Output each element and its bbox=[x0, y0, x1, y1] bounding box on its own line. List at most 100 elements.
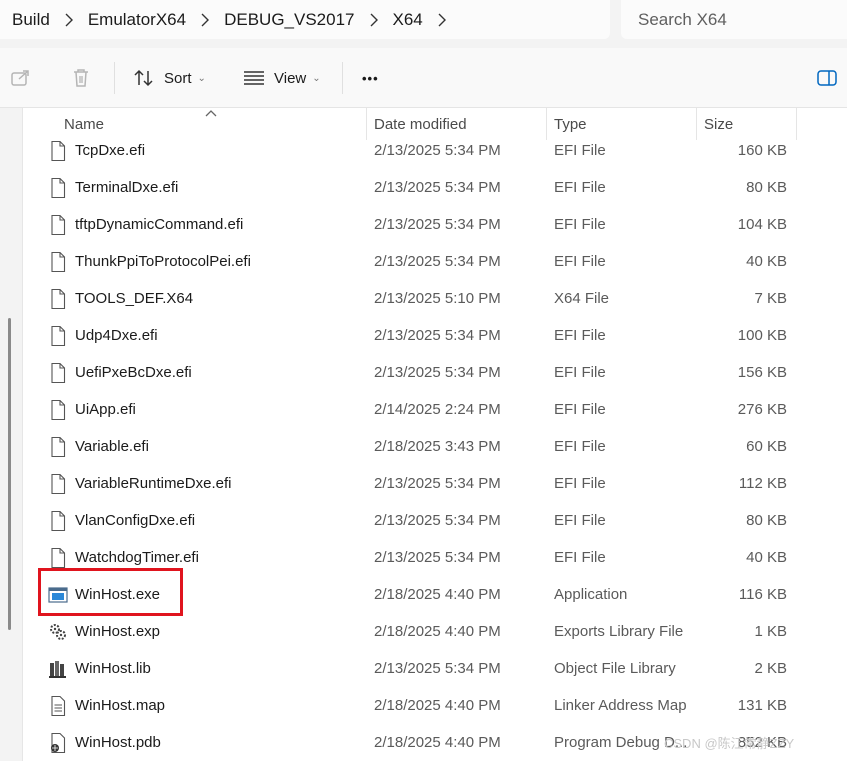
divider bbox=[342, 62, 343, 94]
file-row[interactable]: VlanConfigDxe.efi 2/13/2025 5:34 PM EFI Fi… bbox=[23, 502, 847, 539]
file-size: 60 KB bbox=[746, 438, 787, 455]
file-name[interactable]: WinHost.exp bbox=[75, 613, 160, 650]
file-name[interactable]: UefiPxeBcDxe.efi bbox=[75, 354, 192, 391]
file-date-modified: 2/18/2025 4:40 PM bbox=[374, 586, 501, 603]
file-name[interactable]: TcpDxe.efi bbox=[75, 132, 145, 169]
chevron-right-icon[interactable] bbox=[355, 11, 393, 28]
file-icon bbox=[48, 362, 68, 384]
file-row[interactable]: tftpDynamicCommand.efi 2/13/2025 5:34 PM E… bbox=[23, 206, 847, 243]
file-icon bbox=[48, 436, 68, 458]
file-type: EFI File bbox=[554, 475, 606, 492]
file-type: Application bbox=[554, 586, 628, 603]
sort-ascending-icon bbox=[205, 104, 217, 122]
details-pane-icon bbox=[817, 70, 837, 86]
file-row[interactable]: WinHost.map 2/18/2025 4:40 PM Linker Addre… bbox=[23, 687, 847, 724]
chevron-down-icon: ⌄ bbox=[312, 72, 321, 84]
file-date-modified: 2/13/2025 5:34 PM bbox=[374, 179, 501, 196]
file-date-modified: 2/18/2025 3:43 PM bbox=[374, 438, 501, 455]
trash-icon bbox=[74, 69, 88, 87]
file-type: EFI File bbox=[554, 253, 606, 270]
file-date-modified: 2/13/2025 5:34 PM bbox=[374, 216, 501, 233]
file-name[interactable]: tftpDynamicCommand.efi bbox=[75, 206, 243, 243]
more-options-button[interactable]: ••• bbox=[362, 48, 379, 108]
file-date-modified: 2/13/2025 5:34 PM bbox=[374, 253, 501, 270]
file-icon bbox=[48, 288, 68, 310]
breadcrumb[interactable]: Build EmulatorX64 DEBUG_VS2017 X64 bbox=[0, 0, 610, 39]
file-type: EFI File bbox=[554, 401, 606, 418]
file-size: 2 KB bbox=[754, 660, 787, 677]
file-row[interactable]: VariableRuntimeDxe.efi 2/13/2025 5:34 PM E… bbox=[23, 465, 847, 502]
file-date-modified: 2/18/2025 4:40 PM bbox=[374, 697, 501, 714]
library-icon bbox=[48, 658, 68, 680]
file-type: X64 File bbox=[554, 290, 610, 307]
navigation-scrollbar[interactable] bbox=[8, 318, 11, 630]
file-type: EFI File bbox=[554, 216, 606, 233]
file-name[interactable]: WinHost.lib bbox=[75, 650, 151, 687]
search-input[interactable]: Search X64 bbox=[621, 0, 847, 39]
file-size: 80 KB bbox=[746, 179, 787, 196]
file-row[interactable]: WinHost.lib 2/13/2025 5:34 PM Object File … bbox=[23, 650, 847, 687]
navigation-pane[interactable] bbox=[0, 108, 22, 761]
file-date-modified: 2/13/2025 5:34 PM bbox=[374, 660, 501, 677]
file-name[interactable]: VlanConfigDxe.efi bbox=[75, 502, 195, 539]
debug-database-icon bbox=[48, 732, 68, 754]
breadcrumb-item-build[interactable]: Build bbox=[12, 10, 50, 30]
file-row[interactable]: UiApp.efi 2/14/2025 2:24 PM EFI File 276 KB bbox=[23, 391, 847, 428]
file-size: 40 KB bbox=[746, 549, 787, 566]
file-name[interactable]: WinHost.map bbox=[75, 687, 165, 724]
file-size: 116 KB bbox=[738, 586, 787, 603]
file-size: 112 KB bbox=[738, 475, 787, 492]
file-type: EFI File bbox=[554, 364, 606, 381]
chevron-right-icon[interactable] bbox=[186, 11, 224, 28]
file-name[interactable]: Udp4Dxe.efi bbox=[75, 317, 158, 354]
file-name[interactable]: ThunkPpiToProtocolPei.efi bbox=[75, 243, 251, 280]
file-row[interactable]: TerminalDxe.efi 2/13/2025 5:34 PM EFI File… bbox=[23, 169, 847, 206]
file-date-modified: 2/13/2025 5:34 PM bbox=[374, 549, 501, 566]
view-button[interactable]: View ⌄ bbox=[243, 48, 321, 108]
breadcrumb-item-emulatorx64[interactable]: EmulatorX64 bbox=[88, 10, 186, 30]
file-size: 131 KB bbox=[737, 697, 787, 714]
share-icon bbox=[11, 70, 29, 86]
file-icon bbox=[48, 325, 68, 347]
file-type: Exports Library File bbox=[554, 623, 684, 640]
file-type: EFI File bbox=[554, 179, 606, 196]
file-row[interactable]: TcpDxe.efi 2/13/2025 5:34 PM EFI File 160 K… bbox=[23, 132, 847, 169]
file-size: 80 KB bbox=[746, 512, 787, 529]
file-name[interactable]: Variable.efi bbox=[75, 428, 149, 465]
file-icon bbox=[48, 473, 68, 495]
file-type: EFI File bbox=[554, 327, 606, 344]
file-date-modified: 2/14/2025 2:24 PM bbox=[374, 401, 501, 418]
sort-button[interactable]: Sort ⌄ bbox=[133, 48, 206, 108]
file-row[interactable]: Udp4Dxe.efi 2/13/2025 5:34 PM EFI File 100 … bbox=[23, 317, 847, 354]
file-name[interactable]: TOOLS_DEF.X64 bbox=[75, 280, 193, 317]
file-type: Linker Address Map bbox=[554, 697, 687, 714]
file-row[interactable]: WinHost.exp 2/18/2025 4:40 PM Exports Libr… bbox=[23, 613, 847, 650]
file-date-modified: 2/18/2025 4:40 PM bbox=[374, 734, 501, 751]
file-icon bbox=[48, 510, 68, 532]
breadcrumb-item-debug-vs2017[interactable]: DEBUG_VS2017 bbox=[224, 10, 354, 30]
file-row[interactable]: ThunkPpiToProtocolPei.efi 2/13/2025 5:34 … bbox=[23, 243, 847, 280]
file-name[interactable]: UiApp.efi bbox=[75, 391, 136, 428]
details-pane-button[interactable] bbox=[816, 48, 838, 108]
file-date-modified: 2/13/2025 5:10 PM bbox=[374, 290, 501, 307]
file-size: 1 KB bbox=[754, 623, 787, 640]
share-button[interactable] bbox=[10, 48, 32, 108]
file-type: EFI File bbox=[554, 549, 606, 566]
file-size: 156 KB bbox=[737, 364, 787, 381]
file-icon bbox=[48, 399, 68, 421]
file-date-modified: 2/13/2025 5:34 PM bbox=[374, 364, 501, 381]
file-date-modified: 2/13/2025 5:34 PM bbox=[374, 327, 501, 344]
file-size: 100 KB bbox=[737, 327, 787, 344]
chevron-right-icon[interactable] bbox=[423, 11, 461, 28]
chevron-right-icon[interactable] bbox=[50, 11, 88, 28]
file-name[interactable]: WinHost.pdb bbox=[75, 724, 161, 761]
file-row[interactable]: TOOLS_DEF.X64 2/13/2025 5:10 PM X64 File 7 … bbox=[23, 280, 847, 317]
file-name[interactable]: TerminalDxe.efi bbox=[75, 169, 178, 206]
file-row[interactable]: UefiPxeBcDxe.efi 2/13/2025 5:34 PM EFI Fil… bbox=[23, 354, 847, 391]
file-row[interactable]: Variable.efi 2/18/2025 3:43 PM EFI File 60 … bbox=[23, 428, 847, 465]
watermark: CSDN @陈江常静ZZY bbox=[664, 736, 795, 751]
delete-button[interactable] bbox=[70, 48, 92, 108]
file-name[interactable]: VariableRuntimeDxe.efi bbox=[75, 465, 231, 502]
command-bar: Sort ⌄ View ⌄ ••• bbox=[0, 48, 847, 108]
breadcrumb-item-x64[interactable]: X64 bbox=[393, 10, 423, 30]
